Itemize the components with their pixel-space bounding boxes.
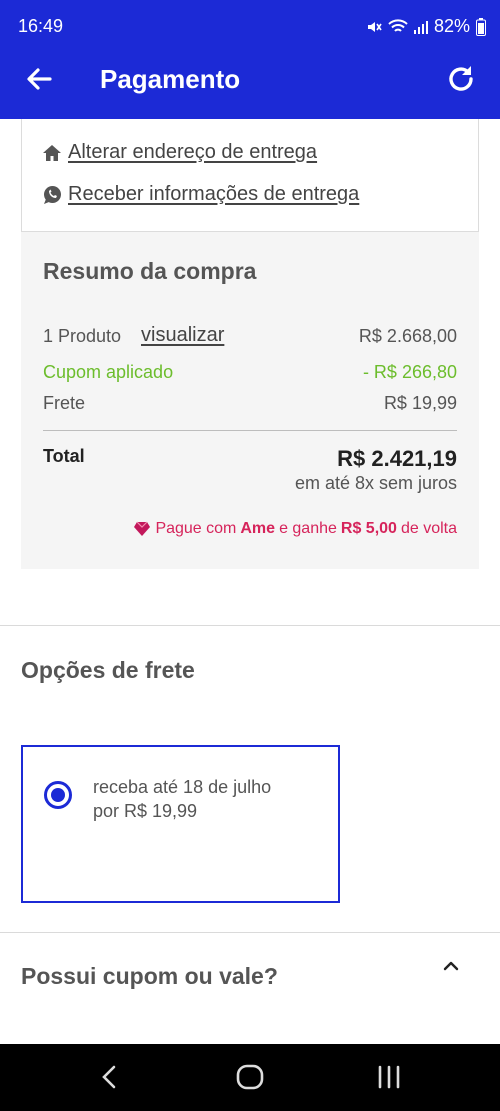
shipping-option-date: receba até 18 de julho [93,777,272,797]
coupon-value: - R$ 266,80 [362,362,457,382]
battery-icon [476,17,486,36]
receive-info-link[interactable]: Receber informações de entrega [42,183,359,206]
home-icon [43,144,61,161]
product-label: 1 Produto [43,326,122,346]
system-nav-bar [0,1044,500,1111]
arrow-left-icon[interactable] [22,62,56,96]
battery-percent: 82% [433,16,470,36]
page-title: Pagamento [100,64,241,94]
ame-suffix: de volta [400,520,457,537]
status-icons: 82% [366,16,486,37]
summary-divider [43,430,457,431]
shipping-option-radio[interactable] [44,781,72,809]
shipping-option-card[interactable]: receba até 18 de julho por R$ 19,99 [21,745,340,903]
shipping-label: Frete [43,393,86,413]
status-time: 16:49 [18,16,64,36]
section-divider [0,625,500,626]
coupon-section-title[interactable]: Possui cupom ou vale? [21,963,278,990]
change-address-link[interactable]: Alterar endereço de entrega [42,141,317,164]
nav-back-icon[interactable] [98,1064,122,1090]
mute-icon [367,21,382,32]
whatsapp-icon [44,185,61,204]
change-address-label: Alterar endereço de entrega [68,141,318,163]
installments-text: em até 8x sem juros [294,473,457,493]
ame-middle: e ganhe [279,520,337,537]
shipping-options-title: Opções de frete [21,657,195,683]
nav-recents-icon[interactable] [376,1064,402,1090]
receive-info-label: Receber informações de entrega [68,183,360,205]
view-products-link[interactable]: visualizar [141,324,224,347]
address-card: Alterar endereço de entrega Receber info… [21,119,479,232]
total-label: Total [43,446,85,466]
coupon-label: Cupom aplicado [43,362,174,382]
ame-heart-icon [134,521,151,536]
purchase-summary: Resumo da compra 1 Produto visualizar R$… [21,232,479,569]
ame-brand: Ame [240,520,276,537]
app-bar: Pagamento [0,40,500,119]
ame-cashback-banner: Pague com Ame e ganhe R$ 5,00 de volta [133,520,457,538]
total-value: R$ 2.421,19 [337,446,457,471]
shipping-option-price: por R$ 19,99 [93,801,198,821]
signal-icon [413,20,428,34]
shipping-option-text: receba até 18 de julho por R$ 19,99 [93,775,271,823]
ame-amount: R$ 5,00 [340,520,397,537]
chevron-up-icon[interactable] [440,958,462,974]
ame-prefix: Pague com [155,520,237,537]
wifi-icon [388,18,408,32]
refresh-icon[interactable] [444,62,478,96]
summary-title: Resumo da compra [43,258,257,284]
nav-home-icon[interactable] [236,1064,264,1090]
section-divider [0,932,500,933]
product-value: R$ 2.668,00 [358,326,457,346]
status-bar: 16:49 82% [0,0,500,40]
shipping-value: R$ 19,99 [383,393,457,413]
